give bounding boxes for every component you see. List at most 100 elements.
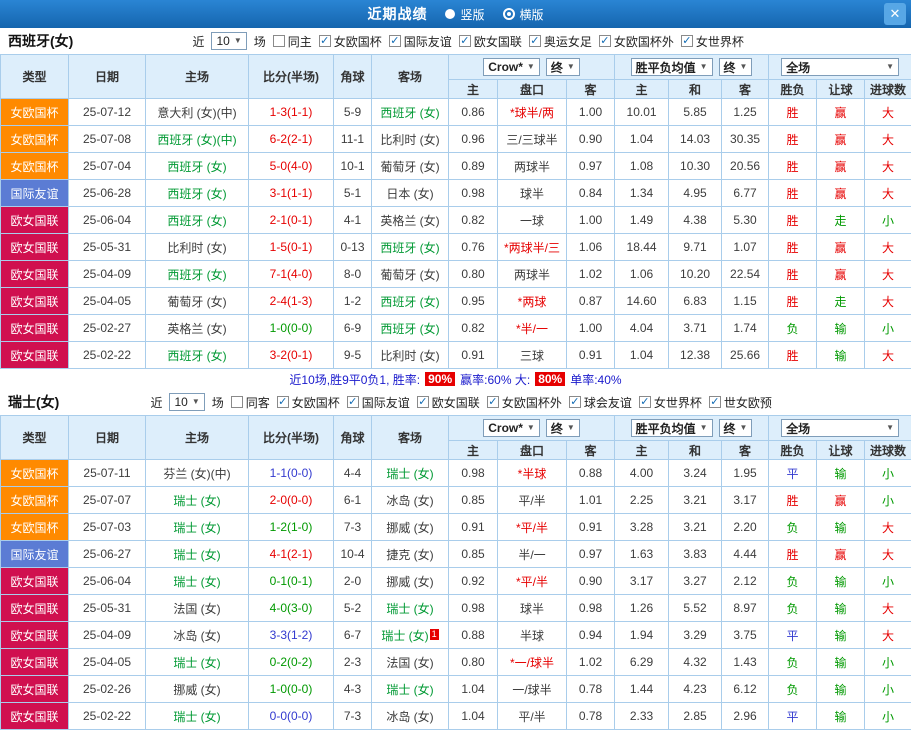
sub-avg-home: 主 <box>614 440 670 460</box>
avg-home-odds: 3.17 <box>614 567 670 595</box>
filter-label: 女欧国杯 <box>291 395 340 410</box>
home-team: 西班牙 (女) <box>145 260 249 288</box>
section-spain: 西班牙(女) 近 10 ▼ 场 同主 ✓ 女欧国杯 ✓ 国际友谊 ✓ 欧女国联 ✓ 奥运女足 ✓ 女… <box>0 28 911 389</box>
avg-final-select[interactable]: 终 ▼ <box>718 419 753 437</box>
filter-checkbox[interactable]: ✓ 奥运女足 <box>528 33 592 50</box>
filter-checkbox[interactable]: ✓ 女世界杯 <box>638 394 702 411</box>
match-row: 欧女国联 25-05-31 比利时 (女) 1-5(0-1) 0-13 西班牙 (女) 0.… <box>0 233 911 261</box>
match-count-select[interactable]: 10 ▼ <box>211 32 247 50</box>
score: 0-1(0-1) <box>248 567 334 595</box>
filter-checkbox[interactable]: ✓ 欧女国联 <box>416 394 480 411</box>
handicap-line: 球半 <box>497 179 567 207</box>
scope-select[interactable]: 全场 ▼ <box>781 419 900 437</box>
section-title: 瑞士(女) <box>8 394 60 410</box>
result-winloss: 胜 <box>768 179 818 207</box>
close-button[interactable]: ✕ <box>884 3 906 25</box>
match-type-badge: 国际友谊 <box>0 540 69 568</box>
filter-checkbox-same-venue[interactable]: 同客 <box>230 394 270 411</box>
handicap-away-odds: 1.00 <box>565 206 616 234</box>
chevron-down-icon: ▼ <box>699 62 708 71</box>
handicap-line: 一/球半 <box>497 675 567 703</box>
result-goals: 大 <box>864 540 911 568</box>
result-goals: 大 <box>864 98 911 126</box>
match-row: 欧女国联 25-02-22 西班牙 (女) 3-2(0-1) 9-5 比利时 (女) 0.9… <box>0 341 911 369</box>
corners: 6-1 <box>333 486 372 514</box>
result-winloss: 胜 <box>768 98 818 126</box>
corners: 5-2 <box>333 594 372 622</box>
col-date: 日期 <box>68 54 146 99</box>
odds-company-select[interactable]: Crow* ▼ <box>483 58 540 76</box>
avg-odds-select[interactable]: 胜平负均值 ▼ <box>630 419 713 437</box>
avg-final-select[interactable]: 终 ▼ <box>718 58 753 76</box>
handicap-home-odds: 0.91 <box>448 341 498 369</box>
result-winloss: 胜 <box>768 486 818 514</box>
filter-checkbox[interactable]: ✓ 球会友谊 <box>568 394 632 411</box>
filter-checkbox[interactable]: ✓ 女世界杯 <box>680 33 744 50</box>
away-team: 冰岛 (女) <box>371 702 449 730</box>
handicap-home-odds: 0.89 <box>448 152 498 180</box>
avg-odds-select[interactable]: 胜平负均值 ▼ <box>630 58 713 76</box>
avg-home-odds: 1.06 <box>614 260 670 288</box>
match-date: 25-07-07 <box>68 486 146 514</box>
avg-home-odds: 1.04 <box>614 125 670 153</box>
handicap-away-odds: 0.78 <box>565 702 616 730</box>
match-date: 25-07-03 <box>68 513 146 541</box>
filter-checkbox[interactable]: ✓ 女欧国杯外 <box>486 394 562 411</box>
avg-away-odds: 22.54 <box>721 260 770 288</box>
result-goals: 大 <box>864 260 911 288</box>
match-count-select[interactable]: 10 ▼ <box>169 393 205 411</box>
filter-checkbox[interactable]: ✓ 国际友谊 <box>346 394 410 411</box>
result-handicap: 输 <box>816 513 866 541</box>
avg-draw-odds: 3.24 <box>668 459 723 487</box>
match-row: 女欧国杯 25-07-08 西班牙 (女)(中) 6-2(2-1) 11-1 比利时 (女… <box>0 125 911 153</box>
odds-final-select[interactable]: 终 ▼ <box>545 419 580 437</box>
checkbox-icon: ✓ <box>416 396 429 408</box>
checkbox-icon: ✓ <box>528 35 541 47</box>
handicap-home-odds: 0.86 <box>448 98 498 126</box>
checkbox-icon: ✓ <box>388 35 401 47</box>
home-team: 瑞士 (女) <box>145 540 249 568</box>
sub-avg-draw: 和 <box>668 79 723 99</box>
odds-final-select[interactable]: 终 ▼ <box>545 58 580 76</box>
away-team: 葡萄牙 (女) <box>371 152 449 180</box>
score: 3-2(0-1) <box>248 341 334 369</box>
radio-vertical-layout[interactable]: 竖版 <box>445 6 485 23</box>
filter-checkbox-same-venue[interactable]: 同主 <box>272 33 312 50</box>
away-team: 瑞士 (女) <box>371 594 449 622</box>
result-handicap: 赢 <box>816 540 866 568</box>
away-team: 西班牙 (女) <box>371 233 449 261</box>
avg-away-odds: 2.20 <box>721 513 770 541</box>
summary-text: 单率:40% <box>570 372 622 387</box>
match-date: 25-07-12 <box>68 98 146 126</box>
filter-checkbox[interactable]: ✓ 女欧国杯外 <box>598 33 674 50</box>
filter-checkbox[interactable]: ✓ 世女欧预 <box>708 394 772 411</box>
result-handicap: 赢 <box>816 152 866 180</box>
chevron-down-icon: ▼ <box>739 423 748 432</box>
odds-company-select[interactable]: Crow* ▼ <box>483 419 540 437</box>
scope-select[interactable]: 全场 ▼ <box>781 58 900 76</box>
result-winloss: 负 <box>768 567 818 595</box>
score: 1-2(1-0) <box>248 513 334 541</box>
filter-label: 欧女国联 <box>431 395 480 410</box>
filter-label: 奥运女足 <box>543 34 592 49</box>
radio-label: 竖版 <box>460 7 485 22</box>
avg-home-odds: 2.33 <box>614 702 670 730</box>
handicap-line: 三/三球半 <box>497 125 567 153</box>
away-team: 挪威 (女) <box>371 567 449 595</box>
avg-away-odds: 3.17 <box>721 486 770 514</box>
filter-checkbox[interactable]: ✓ 国际友谊 <box>388 33 452 50</box>
games-label: 场 <box>253 34 266 49</box>
score: 2-4(1-3) <box>248 287 334 315</box>
result-handicap: 赢 <box>816 486 866 514</box>
filter-checkbox[interactable]: ✓ 女欧国杯 <box>318 33 382 50</box>
filter-checkbox[interactable]: ✓ 欧女国联 <box>458 33 522 50</box>
radio-horizontal-layout[interactable]: 横版 <box>502 6 544 23</box>
result-goals: 小 <box>864 567 911 595</box>
corners: 2-3 <box>333 648 372 676</box>
avg-away-odds: 3.75 <box>721 621 770 649</box>
filter-checkbox[interactable]: ✓ 女欧国杯 <box>276 394 340 411</box>
avg-home-odds: 10.01 <box>614 98 670 126</box>
match-type-badge: 欧女国联 <box>0 233 69 261</box>
match-type-badge: 女欧国杯 <box>0 459 69 487</box>
col-date: 日期 <box>68 415 146 460</box>
